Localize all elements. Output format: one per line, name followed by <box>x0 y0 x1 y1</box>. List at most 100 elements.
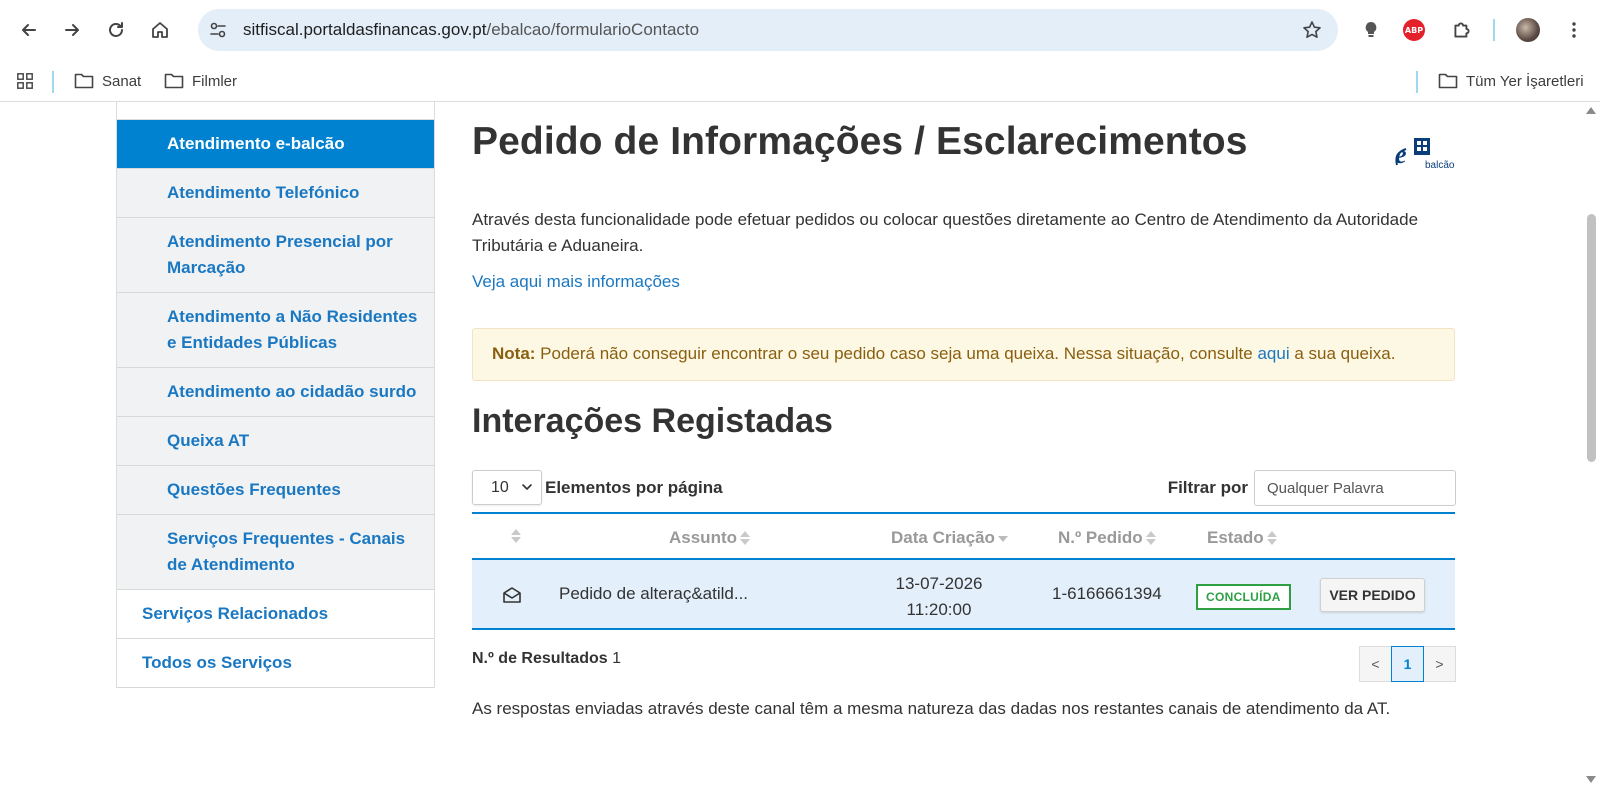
note-label: Nota: <box>492 344 536 363</box>
cell-assunto: Pedido de alteraç&atild... <box>559 584 749 603</box>
sort-icon <box>1145 530 1156 546</box>
bookmarks-divider <box>1416 71 1418 93</box>
adblock-icon: ABP <box>1403 19 1425 41</box>
bookmarks-bar: Sanat Filmler Tüm Yer İşaretleri <box>0 60 1600 102</box>
cell-time: 11:20:00 <box>906 600 972 619</box>
scroll-up-arrow-icon[interactable] <box>1586 107 1596 114</box>
forward-button[interactable] <box>56 14 88 46</box>
bookmarks-divider <box>52 71 54 93</box>
bookmark-folder-sanat[interactable]: Sanat <box>74 68 141 94</box>
url-host: sitfiscal.portaldasfinancas.gov.pt <box>243 20 487 39</box>
sort-desc-icon <box>997 530 1008 546</box>
sidebar-item-servicos-frequentes[interactable]: Serviços Frequentes - Canais de Atendime… <box>117 515 434 590</box>
browser-menu-button[interactable] <box>1560 16 1588 44</box>
header-estado-label: Estado <box>1207 528 1264 547</box>
sidebar-top-divider <box>117 102 434 120</box>
header-estado[interactable]: Estado <box>1207 528 1277 548</box>
chevron-down-icon <box>522 484 532 490</box>
logo-letter: e <box>1395 140 1407 169</box>
header-assunto[interactable]: Assunto <box>669 528 750 548</box>
pagination-next[interactable]: > <box>1423 646 1456 682</box>
scroll-down-arrow-icon[interactable] <box>1586 776 1596 783</box>
folder-icon <box>164 73 184 89</box>
site-settings-icon[interactable] <box>208 20 228 40</box>
section-title: Interações Registadas <box>472 402 833 440</box>
table-row[interactable]: Pedido de alteraç&atild... 13-07-2026 11… <box>472 560 1455 630</box>
interactions-table: Assunto Data Criação N.º Pedido Estado P… <box>472 512 1455 630</box>
note-text-after: a sua queixa. <box>1289 344 1396 363</box>
browser-toolbar: sitfiscal.portaldasfinancas.gov.pt/ebalc… <box>0 0 1600 60</box>
apps-button[interactable] <box>15 68 43 94</box>
page-content: Atendimento e-balcão Atendimento Telefón… <box>0 102 1583 789</box>
note-text-before: Poderá não conseguir encontrar o seu ped… <box>535 344 1258 363</box>
reload-button[interactable] <box>100 14 132 46</box>
logo-text: balcão <box>1425 160 1455 171</box>
bookmark-label: Sanat <box>102 72 142 90</box>
home-icon <box>152 22 168 38</box>
sidebar-item-questoes-frequentes[interactable]: Questões Frequentes <box>117 466 434 515</box>
scrollbar-thumb[interactable] <box>1587 214 1596 462</box>
note-alert: Nota: Poderá não conseguir encontrar o s… <box>472 328 1455 381</box>
filter-label: Filtrar por <box>1167 478 1248 497</box>
profile-button[interactable] <box>1514 16 1542 44</box>
filter-control: Filtrar por <box>1168 470 1456 506</box>
sidebar-item-servicos-relacionados[interactable]: Serviços Relacionados <box>117 590 434 639</box>
filter-input[interactable] <box>1254 470 1456 506</box>
bookmark-folder-filmler[interactable]: Filmler <box>164 68 237 94</box>
sidebar-item-cidadao-surdo[interactable]: Atendimento ao cidadão surdo <box>117 368 434 417</box>
pagination-page-1[interactable]: 1 <box>1391 646 1424 682</box>
avatar <box>1516 18 1540 42</box>
cell-date: 13-07-2026 <box>895 574 983 593</box>
results-label: N.º de Resultados <box>472 650 608 667</box>
reload-icon <box>109 22 123 37</box>
all-bookmarks-button[interactable]: Tüm Yer İşaretleri <box>1438 68 1584 94</box>
page-scrollbar[interactable] <box>1583 102 1600 789</box>
extension-adblock[interactable]: ABP <box>1400 16 1428 44</box>
sidebar-item-queixa-at[interactable]: Queixa AT <box>117 417 434 466</box>
bookmark-label: Filmler <box>192 72 237 90</box>
envelope-open-icon <box>503 587 521 603</box>
sidebar-item-nao-residentes[interactable]: Atendimento a Não Residentes e Entidades… <box>117 293 434 368</box>
sidebar-item-atendimento-telefonico[interactable]: Atendimento Telefónico <box>117 169 434 218</box>
puzzle-icon <box>1454 22 1470 38</box>
bookmark-star-icon[interactable] <box>1302 20 1322 40</box>
header-data-criacao[interactable]: Data Criação <box>891 528 1008 548</box>
footnote-text: As respostas enviadas através deste cana… <box>472 699 1391 718</box>
sidebar-item-atendimento-presencial[interactable]: Atendimento Presencial por Marcação <box>117 218 434 293</box>
extension-lightbulb[interactable] <box>1357 16 1385 44</box>
back-button[interactable] <box>13 14 45 46</box>
note-queixa-link[interactable]: aqui <box>1257 344 1289 363</box>
header-pedido-label: N.º Pedido <box>1058 528 1143 547</box>
results-count: N.º de Resultados 1 <box>472 650 621 668</box>
page-size-label: Elementos por página <box>545 477 723 497</box>
home-button[interactable] <box>144 14 176 46</box>
header-n-pedido[interactable]: N.º Pedido <box>1058 528 1156 548</box>
url-path: /ebalcao/formularioContacto <box>486 20 700 39</box>
more-vertical-icon <box>1572 22 1576 38</box>
more-info-link[interactable]: Veja aqui mais informações <box>472 272 680 292</box>
sidebar-item-atendimento-ebalcao[interactable]: Atendimento e-balcão <box>117 120 434 169</box>
extensions-button[interactable] <box>1448 16 1476 44</box>
arrow-left-icon <box>22 24 36 36</box>
sidebar-nav: Atendimento e-balcão Atendimento Telefón… <box>116 102 435 688</box>
lightbulb-icon <box>1365 22 1377 37</box>
header-data-label: Data Criação <box>891 528 995 547</box>
sidebar-item-todos-servicos[interactable]: Todos os Serviços <box>117 639 434 688</box>
folder-icon <box>1438 73 1458 89</box>
sort-icon <box>1266 530 1277 546</box>
intro-text: Através desta funcionalidade pode efetua… <box>472 210 1419 255</box>
page-size-value: 10 <box>491 478 509 496</box>
pagination-prev[interactable]: < <box>1359 646 1392 682</box>
cell-data-criacao: 13-07-2026 11:20:00 <box>884 571 994 623</box>
apps-grid-icon <box>17 73 33 89</box>
pagination: < 1 > <box>1359 646 1456 682</box>
sort-type-header[interactable] <box>508 528 521 544</box>
toolbar-divider <box>1493 19 1495 41</box>
arrow-right-icon <box>65 24 79 36</box>
page-size-select[interactable]: 10 <box>472 470 542 505</box>
ver-pedido-button[interactable]: VER PEDIDO <box>1320 578 1425 612</box>
page-size-control: 10 Elementos por página <box>472 470 723 505</box>
table-header: Assunto Data Criação N.º Pedido Estado <box>472 514 1455 560</box>
address-bar[interactable]: sitfiscal.portaldasfinancas.gov.pt/ebalc… <box>198 9 1338 51</box>
all-bookmarks-label: Tüm Yer İşaretleri <box>1466 72 1584 90</box>
